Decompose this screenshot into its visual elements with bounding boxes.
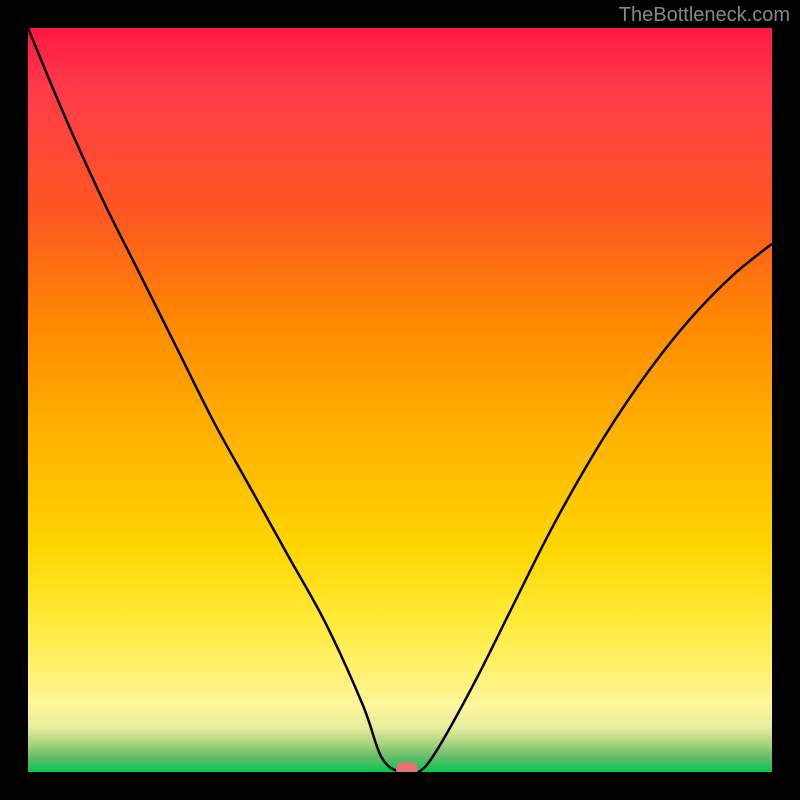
watermark-text: TheBottleneck.com: [619, 4, 790, 27]
curve-svg: [28, 28, 772, 772]
chart-container: TheBottleneck.com: [0, 0, 800, 800]
plot-area: [28, 28, 772, 772]
bottleneck-curve: [28, 28, 772, 772]
optimal-point-marker: [396, 762, 418, 772]
